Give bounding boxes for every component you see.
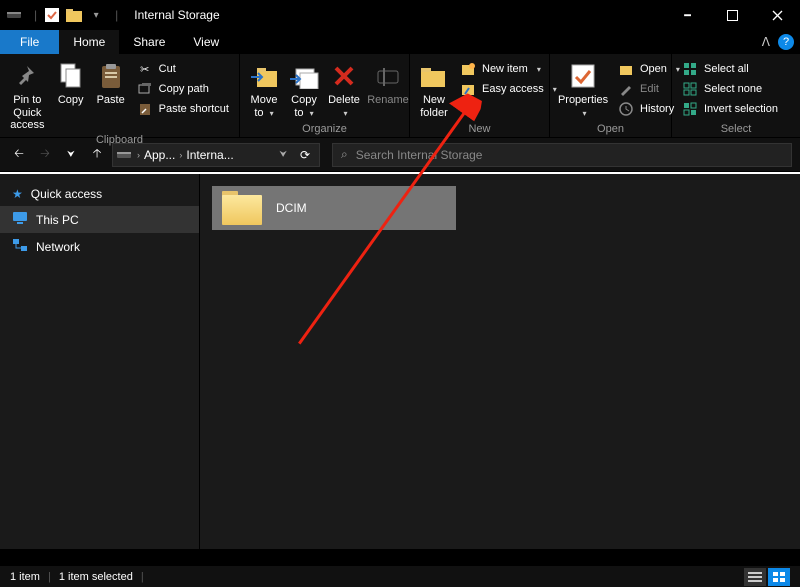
recent-locations-button[interactable]: ⮟ bbox=[60, 144, 82, 166]
up-button[interactable]: 🡡 bbox=[86, 144, 108, 166]
new-folder-icon bbox=[418, 60, 450, 92]
close-button[interactable] bbox=[755, 0, 800, 30]
select-none-icon bbox=[682, 81, 698, 97]
back-button[interactable]: 🡠 bbox=[8, 144, 30, 166]
copy-path-icon bbox=[137, 81, 153, 97]
select-all-icon bbox=[682, 61, 698, 77]
copy-button[interactable]: Copy bbox=[53, 58, 89, 109]
window-title: Internal Storage bbox=[134, 8, 219, 22]
sidebar-item-this-pc[interactable]: This PC bbox=[0, 206, 199, 233]
network-icon bbox=[12, 238, 28, 255]
scissors-icon: ✂ bbox=[137, 61, 153, 77]
tab-share[interactable]: Share bbox=[119, 30, 179, 54]
new-group-label: New bbox=[410, 123, 549, 137]
easy-access-icon bbox=[460, 81, 476, 97]
delete-button[interactable]: Delete ▾ bbox=[326, 58, 362, 121]
open-group-label: Open bbox=[550, 123, 671, 137]
search-icon: ⌕ bbox=[341, 147, 348, 162]
new-item-icon bbox=[460, 61, 476, 77]
maximize-button[interactable] bbox=[710, 0, 755, 30]
ribbon-tabs: File Home Share View ᐱ ? bbox=[0, 30, 800, 54]
forward-button[interactable]: 🡢 bbox=[34, 144, 56, 166]
address-bar[interactable]: › App... › Interna... ⮟ ⟳ bbox=[112, 143, 320, 167]
copy-icon bbox=[55, 60, 87, 92]
open-icon bbox=[618, 61, 634, 77]
select-group-label: Select bbox=[672, 123, 800, 137]
folder-mini-icon bbox=[65, 6, 83, 24]
properties-button[interactable]: Properties ▾ bbox=[556, 58, 610, 121]
sidebar-item-quick-access[interactable]: ★ Quick access bbox=[0, 182, 199, 206]
folder-label: DCIM bbox=[276, 201, 307, 215]
tab-file[interactable]: File bbox=[0, 30, 59, 54]
copy-path-button[interactable]: Copy path bbox=[133, 80, 233, 98]
qat-chevron-icon[interactable]: ▾ bbox=[87, 6, 105, 24]
invert-icon bbox=[682, 101, 698, 117]
help-icon[interactable]: ? bbox=[778, 34, 794, 50]
folder-item-dcim[interactable]: DCIM bbox=[212, 186, 456, 230]
select-all-button[interactable]: Select all bbox=[678, 60, 782, 78]
file-list[interactable]: DCIM bbox=[200, 174, 800, 549]
breadcrumb-seg-2[interactable]: Interna... bbox=[186, 148, 233, 162]
pin-icon bbox=[11, 60, 43, 92]
monitor-icon bbox=[12, 211, 28, 228]
title-bar: | ▾ | Internal Storage ━ bbox=[0, 0, 800, 30]
move-to-icon bbox=[248, 60, 280, 92]
paste-shortcut-icon bbox=[137, 101, 153, 117]
paste-shortcut-button[interactable]: Paste shortcut bbox=[133, 100, 233, 118]
cut-button[interactable]: ✂Cut bbox=[133, 60, 233, 78]
search-box[interactable]: ⌕ bbox=[332, 143, 792, 167]
rename-icon bbox=[372, 60, 404, 92]
address-dropdown-icon[interactable]: ⮟ bbox=[279, 149, 287, 160]
details-view-button[interactable] bbox=[744, 568, 766, 586]
checkbox-icon bbox=[43, 6, 61, 24]
rename-button[interactable]: Rename bbox=[366, 58, 410, 109]
invert-selection-button[interactable]: Invert selection bbox=[678, 100, 782, 118]
minimize-button[interactable]: ━ bbox=[665, 0, 710, 30]
navigation-pane: ★ Quick access This PC Network bbox=[0, 174, 200, 549]
edit-icon bbox=[618, 81, 634, 97]
tab-view[interactable]: View bbox=[179, 30, 233, 54]
search-input[interactable] bbox=[356, 148, 783, 162]
copy-to-button[interactable]: Copy to ▾ bbox=[286, 58, 322, 121]
star-icon: ★ bbox=[12, 187, 23, 201]
easy-access-button[interactable]: Easy access▾ bbox=[456, 80, 561, 98]
paste-button[interactable]: Paste bbox=[93, 58, 129, 109]
copy-to-icon bbox=[288, 60, 320, 92]
device-crumb-icon bbox=[117, 147, 133, 163]
paste-icon bbox=[95, 60, 127, 92]
status-item-count: 1 item bbox=[10, 571, 40, 583]
history-icon bbox=[618, 101, 634, 117]
organize-group-label: Organize bbox=[240, 123, 409, 137]
breadcrumb-seg-1[interactable]: App... bbox=[144, 148, 175, 162]
sidebar-item-network[interactable]: Network bbox=[0, 233, 199, 260]
tab-home[interactable]: Home bbox=[59, 30, 119, 54]
status-selected-count: 1 item selected bbox=[59, 571, 133, 583]
navigation-bar: 🡠 🡢 ⮟ 🡡 › App... › Interna... ⮟ ⟳ ⌕ bbox=[0, 138, 800, 172]
status-bar: 1 item | 1 item selected | bbox=[0, 565, 800, 587]
properties-icon bbox=[567, 60, 599, 92]
refresh-button[interactable]: ⟳ bbox=[295, 148, 315, 162]
collapse-ribbon-icon[interactable]: ᐱ bbox=[762, 35, 770, 49]
new-folder-button[interactable]: New folder bbox=[416, 58, 452, 121]
delete-x-icon bbox=[328, 60, 360, 92]
move-to-button[interactable]: Move to ▾ bbox=[246, 58, 282, 121]
ribbon: Pin to Quick access Copy Paste ✂Cut Copy… bbox=[0, 54, 800, 138]
icons-view-button[interactable] bbox=[768, 568, 790, 586]
folder-icon bbox=[222, 191, 262, 225]
device-icon bbox=[6, 6, 24, 24]
new-item-button[interactable]: New item▾ bbox=[456, 60, 561, 78]
select-none-button[interactable]: Select none bbox=[678, 80, 782, 98]
pin-to-quick-access-button[interactable]: Pin to Quick access bbox=[6, 58, 49, 134]
